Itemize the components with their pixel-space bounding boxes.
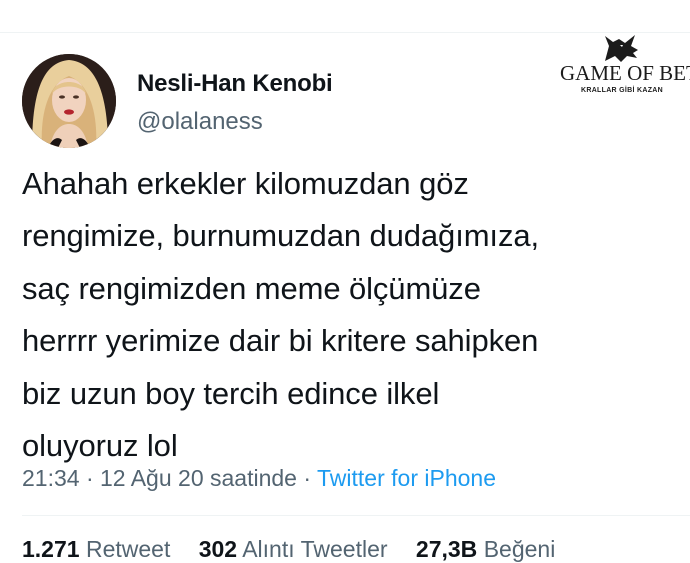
tweet-time[interactable]: 21:34 — [22, 465, 80, 491]
watermark-logo: GAME OF BET KRALLAR GİBİ KAZAN — [557, 34, 690, 102]
top-divider — [0, 32, 690, 33]
meta-separator: · — [303, 465, 312, 491]
tweet-line: Ahahah erkekler kilomuzdan göz — [22, 166, 469, 201]
watermark-title: GAME OF BET — [560, 61, 690, 85]
retweets-label: Retweet — [85, 536, 171, 562]
user-handle[interactable]: @olalaness — [137, 108, 263, 136]
tweet-line: biz uzun boy tercih edince ilkel — [22, 375, 440, 411]
avatar[interactable] — [22, 54, 116, 148]
likes-stat[interactable]: 27,3B Beğeni — [416, 536, 555, 562]
stats-divider — [22, 515, 690, 516]
wolf-head-icon — [605, 35, 638, 62]
tweet-line: herrrr yerimize dair bi kritere sahipken — [22, 323, 539, 359]
retweets-stat[interactable]: 1.271 Retweet — [22, 536, 170, 562]
quotes-count: 302 — [198, 536, 238, 562]
tweet-line: saç rengimizden meme ölçümüze — [22, 270, 481, 306]
likes-label: Beğeni — [483, 536, 556, 562]
meta-separator: · — [85, 465, 94, 491]
tweet-line: rengimize, burnumuzdan dudağımıza, — [22, 218, 540, 254]
quotes-label: Alıntı Tweetler — [242, 536, 388, 562]
tweet-metadata: 21:34 · 12 Ağu 20 saatinde · Twitter for… — [22, 465, 496, 492]
tweet-source-link[interactable]: Twitter for iPhone — [317, 465, 496, 491]
quote-tweets-stat[interactable]: 302 Alıntı Tweetler — [199, 536, 388, 562]
likes-count: 27,3B — [415, 536, 478, 562]
tweet-date[interactable]: 12 Ağu 20 saatinde — [100, 465, 297, 491]
retweets-count: 1.271 — [22, 536, 80, 562]
tweet-text: Ahahah erkekler kilomuzdan göz rengimize… — [22, 158, 682, 472]
engagement-stats: 1.271 Retweet 302 Alıntı Tweetler 27,3B … — [22, 536, 577, 563]
display-name[interactable]: Nesli-Han Kenobi — [137, 70, 333, 98]
watermark-subtitle: KRALLAR GİBİ KAZAN — [580, 87, 663, 94]
avatar-photo — [22, 54, 116, 148]
